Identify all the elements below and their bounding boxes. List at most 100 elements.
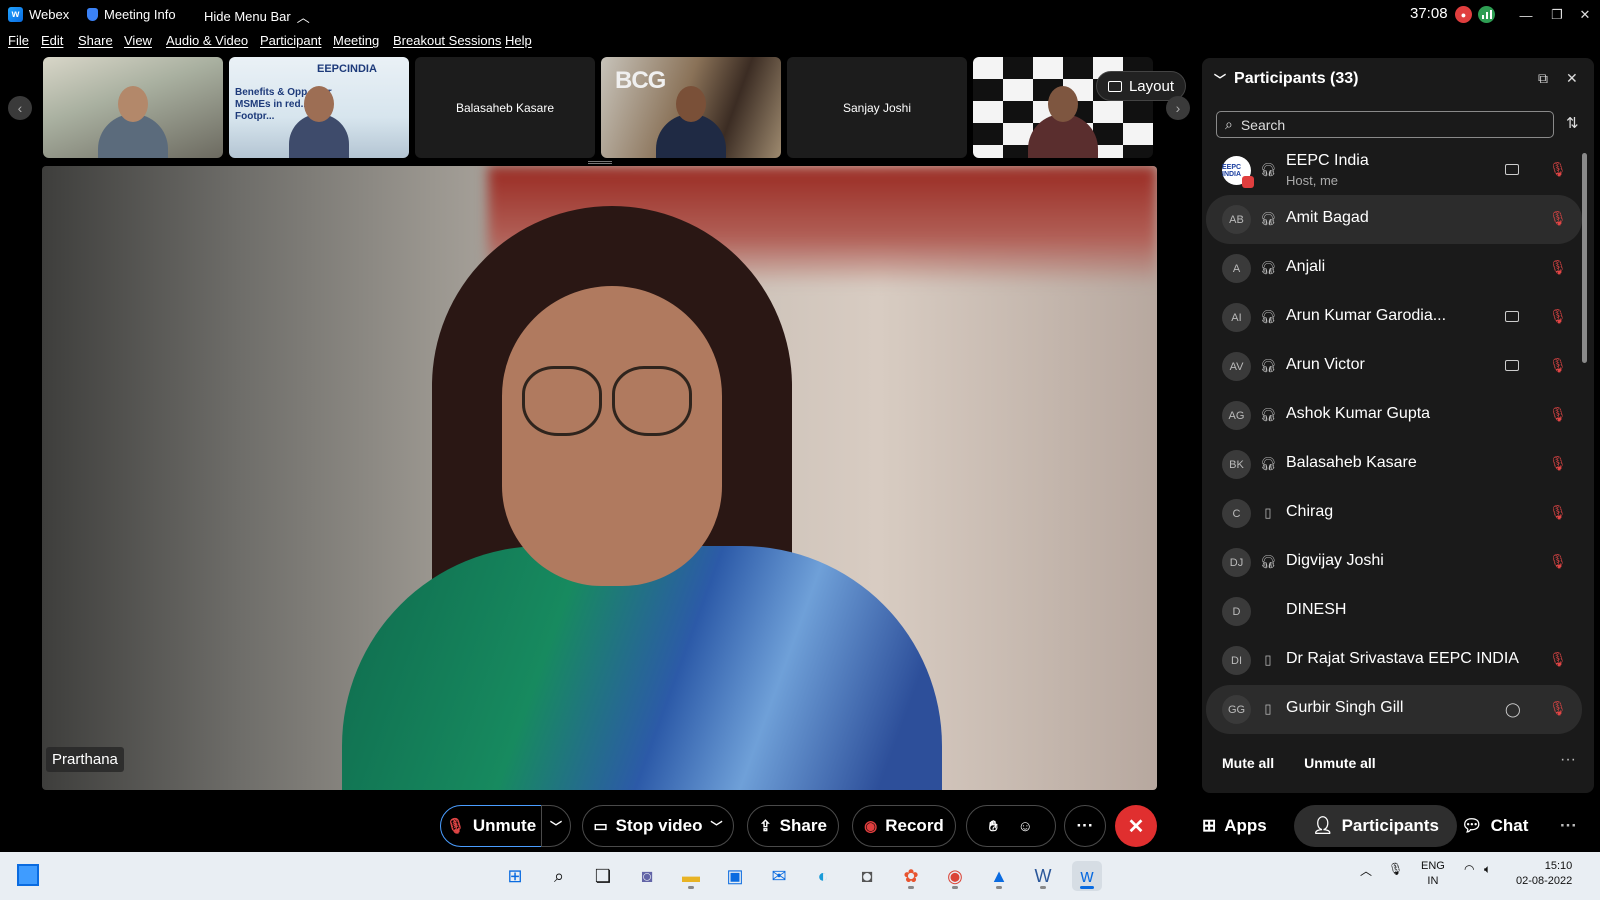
more-icon[interactable]: ···	[1560, 805, 1577, 847]
video-tile[interactable]: BCG	[601, 57, 781, 158]
video-tile[interactable]: Balasaheb Kasare	[415, 57, 595, 158]
video-tile[interactable]: Sanjay Joshi	[787, 57, 967, 158]
record-button[interactable]: ◉ Record	[852, 805, 956, 847]
participant-row[interactable]: C ▯ Chirag 🎙︎	[1206, 489, 1582, 538]
apps-button[interactable]: ⊞ Apps	[1202, 805, 1267, 847]
muted-mic-icon[interactable]: 🎙︎	[1549, 651, 1567, 668]
chat-button[interactable]: 💬︎ Chat	[1461, 805, 1528, 847]
stop-video-button[interactable]: ▭ Stop video ﹀	[582, 805, 734, 847]
muted-mic-icon[interactable]: 🎙︎	[1549, 700, 1567, 717]
connection-stats-icon[interactable]	[1478, 6, 1495, 23]
widgets-icon[interactable]	[17, 864, 39, 886]
participant-row[interactable]: EEPC INDIA 🎧︎ EEPC India Host, me 🎙︎	[1206, 146, 1582, 195]
muted-mic-icon[interactable]: 🎙︎	[1549, 259, 1567, 276]
audio-options-dropdown[interactable]: ﹀	[541, 805, 571, 847]
gallery-icon[interactable]: ▲	[984, 861, 1014, 891]
mute-all-button[interactable]: Mute all	[1222, 755, 1274, 771]
participant-list: EEPC INDIA 🎧︎ EEPC India Host, me 🎙︎ AB …	[1206, 146, 1582, 734]
webex-meeting-window: w Webex Meeting Info Hide Menu Bar ︿ 37:…	[0, 0, 1600, 900]
camera-icon[interactable]: ◘	[852, 861, 882, 891]
filmstrip-resize-handle[interactable]	[588, 161, 612, 164]
input-language[interactable]: ENG IN	[1421, 859, 1445, 889]
muted-mic-icon[interactable]: 🎙︎	[1549, 308, 1567, 325]
title-bar: w Webex Meeting Info Hide Menu Bar ︿ 37:…	[0, 0, 1600, 30]
share-button[interactable]: ⇪ Share	[747, 805, 839, 847]
popout-icon[interactable]: ⧉	[1538, 70, 1548, 87]
start-icon[interactable]: ⊞	[500, 861, 530, 891]
system-clock[interactable]: 15:10 02-08-2022	[1516, 859, 1572, 889]
muted-mic-icon[interactable]: 🎙︎	[1549, 406, 1567, 423]
video-camera-icon	[1505, 360, 1519, 371]
speaker-figure	[502, 286, 722, 586]
hide-menu-bar-button[interactable]: Hide Menu Bar ︿	[204, 7, 310, 26]
webex-taskbar-icon[interactable]: w	[1072, 861, 1102, 891]
video-tile[interactable]	[43, 57, 223, 158]
video-tile[interactable]: EEPCINDIA Benefits & Opp... for MSMEs in…	[229, 57, 409, 158]
raise-hand-icon[interactable]: ✋︎	[989, 818, 998, 835]
meeting-info-button[interactable]: Meeting Info	[87, 7, 176, 22]
menu-help[interactable]: Help	[505, 33, 532, 48]
muted-mic-icon[interactable]: 🎙︎	[1549, 504, 1567, 521]
participant-row[interactable]: DJ 🎧︎ Digvijay Joshi 🎙︎	[1206, 538, 1582, 587]
end-call-button[interactable]: ✕	[1115, 805, 1157, 847]
muted-mic-icon[interactable]: 🎙︎	[1549, 455, 1567, 472]
active-speaker-video[interactable]	[42, 166, 1157, 790]
participant-row[interactable]: AV 🎧︎ Arun Victor 🎙︎	[1206, 342, 1582, 391]
menu-meeting[interactable]: Meeting	[333, 33, 379, 48]
menu-view[interactable]: View	[124, 33, 152, 48]
participants-panel-footer: Mute all Unmute all	[1222, 755, 1376, 771]
photos-icon[interactable]: ✿	[896, 861, 926, 891]
participant-row[interactable]: DI ▯ Dr Rajat Srivastava EEPC INDIA 🎙︎	[1206, 636, 1582, 685]
volume-icon[interactable]: 🔈︎	[1484, 862, 1491, 877]
participant-row[interactable]: GG ▯ Gurbir Singh Gill ◯ 🎙︎	[1206, 685, 1582, 734]
mail-icon[interactable]: ✉	[764, 861, 794, 891]
unmute-all-button[interactable]: Unmute all	[1304, 755, 1376, 771]
reactions-icon[interactable]: ☺	[1018, 818, 1033, 835]
teams-chat-icon[interactable]: ◙	[632, 861, 662, 891]
muted-mic-icon[interactable]: 🎙︎	[1388, 862, 1403, 876]
muted-mic-icon[interactable]: 🎙︎	[1549, 210, 1567, 227]
participant-row[interactable]: AI 🎧︎ Arun Kumar Garodia... 🎙︎	[1206, 293, 1582, 342]
word-icon[interactable]: W	[1028, 861, 1058, 891]
participants-button[interactable]: 👤︎ Participants	[1294, 805, 1457, 847]
filmstrip-next-button[interactable]: ›	[1166, 96, 1190, 120]
recording-indicator-icon[interactable]: ●	[1455, 6, 1472, 23]
edge-icon[interactable]: ◐	[808, 861, 838, 891]
menu-edit[interactable]: Edit	[41, 33, 63, 48]
close-icon[interactable]: ✕	[1566, 70, 1578, 87]
minimize-button[interactable]: —	[1515, 4, 1537, 26]
more-options-icon[interactable]: ···	[1560, 751, 1576, 769]
participant-row[interactable]: AB 🎧︎ Amit Bagad 🎙︎	[1206, 195, 1582, 244]
participant-list-scrollbar[interactable]	[1582, 153, 1587, 363]
store-icon[interactable]: ▣	[720, 861, 750, 891]
menu-file[interactable]: File	[8, 33, 29, 48]
avatar: BK	[1222, 450, 1251, 479]
menu-share[interactable]: Share	[78, 33, 113, 48]
restore-button[interactable]: ❐	[1546, 4, 1568, 26]
muted-mic-icon[interactable]: 🎙︎	[1549, 553, 1567, 570]
close-window-button[interactable]: ✕	[1574, 4, 1596, 26]
search-icon[interactable]: ⌕	[544, 861, 574, 891]
menu-breakout-sessions[interactable]: Breakout Sessions	[393, 33, 501, 48]
participant-row[interactable]: D DINESH	[1206, 587, 1582, 636]
shield-icon	[87, 8, 98, 21]
chevron-up-icon[interactable]: ︿	[1360, 862, 1372, 879]
muted-mic-icon[interactable]: 🎙︎	[1549, 357, 1567, 374]
more-options-button[interactable]: ···	[1064, 805, 1106, 847]
participant-row[interactable]: A 🎧︎ Anjali 🎙︎	[1206, 244, 1582, 293]
muted-mic-icon[interactable]: 🎙︎	[1549, 161, 1567, 178]
participant-search-input[interactable]: ⌕ Search	[1216, 111, 1554, 138]
unmute-button[interactable]: 🎙︎ Unmute	[440, 805, 542, 847]
menu-audio-video[interactable]: Audio & Video	[166, 33, 248, 48]
task-view-icon[interactable]: ❏	[588, 861, 618, 891]
menu-participant[interactable]: Participant	[260, 33, 321, 48]
participant-row[interactable]: BK 🎧︎ Balasaheb Kasare 🎙︎	[1206, 440, 1582, 489]
participants-panel-header[interactable]: ﹀ Participants (33)	[1214, 70, 1359, 88]
filmstrip-prev-button[interactable]: ‹	[8, 96, 32, 120]
file-explorer-icon[interactable]: ▬	[676, 861, 706, 891]
participant-row[interactable]: AG 🎧︎ Ashok Kumar Gupta 🎙︎	[1206, 391, 1582, 440]
wifi-icon[interactable]: ◠	[1464, 862, 1474, 876]
chat-bubble-icon[interactable]: ◯	[1505, 701, 1521, 718]
sort-icon[interactable]: ⇅	[1566, 114, 1579, 132]
chrome-icon[interactable]: ◉	[940, 861, 970, 891]
